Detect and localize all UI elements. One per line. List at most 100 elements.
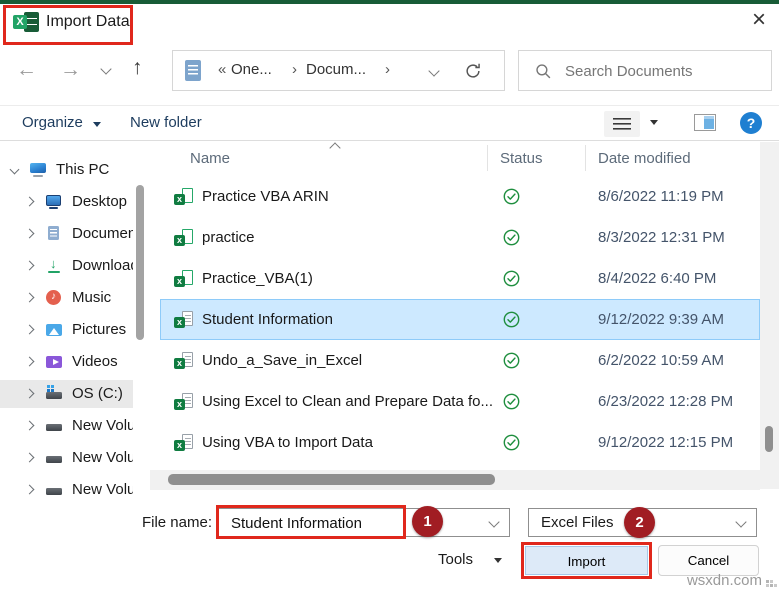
breadcrumb-item-onedrive[interactable]: One... [231,61,272,78]
list-vertical-scrollbar-thumb[interactable] [765,426,773,452]
file-list: Name Status Date modified x Practice VBA … [150,142,779,500]
file-name-combobox[interactable] [218,508,510,537]
sidebar-scrollbar-thumb[interactable] [136,185,144,340]
sidebar-item-videos[interactable]: Videos [0,348,133,376]
file-name-label: File name: [141,514,212,531]
back-icon[interactable]: ← [16,59,37,80]
list-horizontal-scrollbar-thumb[interactable] [168,474,495,485]
sidebar-item-label: Videos [72,353,118,370]
breadcrumb-separator: › [292,61,297,78]
sidebar-item-label: New Volume [72,481,133,498]
list-view-icon [613,118,631,130]
status-check-circle-icon [503,270,520,287]
tree-collapse-chevron-icon[interactable] [24,324,35,335]
sidebar-item-label: This PC [56,161,110,178]
sidebar-item-label: Desktop [72,193,128,210]
sidebar-item-label: Downloads [72,257,133,274]
address-dropdown-chevron-icon[interactable] [428,65,440,77]
file-row-using-vba-to-import-data[interactable]: x Using VBA to Import Data 9/12/2022 12:15… [160,422,760,463]
tree-collapse-chevron-icon[interactable] [24,452,35,463]
tree-collapse-chevron-icon[interactable] [24,484,35,495]
downloads-icon [44,256,64,275]
this-pc-icon [28,161,48,179]
breadcrumb-item-documents[interactable]: Docum... [306,61,366,78]
file-name-dropdown-chevron-icon[interactable] [488,516,500,528]
tree-collapse-chevron-icon[interactable] [24,292,35,303]
tree-collapse-chevron-icon[interactable] [24,196,35,207]
file-row-using-excel-to-clean-and-prepare-data-fo[interactable]: x Using Excel to Clean and Prepare Data f… [160,381,760,422]
command-toolbar: Organize New folder ? [0,105,779,141]
file-name: Practice_VBA(1) [202,270,313,287]
sidebar-item-label: Pictures [72,321,127,338]
column-header-status[interactable]: Status [500,150,543,167]
sidebar-item-this-pc[interactable]: This PC [0,156,133,184]
file-row-practice-vba-1[interactable]: x Practice_VBA(1) 8/4/2022 6:40 PM [160,258,760,299]
sidebar-item-downloads[interactable]: Downloads [0,252,133,280]
tree-expand-chevron-icon[interactable] [9,164,20,175]
address-bar[interactable]: « One... › Docum... › [172,50,505,91]
sidebar-item-os-c-[interactable]: OS (C:) [0,380,133,408]
sidebar-item-new-volume[interactable]: New Volume [0,476,133,500]
annotation-step-1-badge: 1 [412,506,443,537]
excel-file-icon: x [174,229,193,246]
music-icon [44,289,64,307]
excel-file-icon: x [174,311,193,328]
file-type-dropdown-chevron-icon[interactable] [735,516,747,528]
column-divider[interactable] [487,145,488,171]
organize-label: Organize [22,114,83,131]
status-check-circle-icon [503,434,520,451]
sidebar-item-pictures[interactable]: Pictures [0,316,133,344]
sidebar-item-label: New Volume [72,417,133,434]
view-dropdown-icon[interactable] [650,120,658,125]
search-input[interactable] [563,58,757,84]
help-button[interactable]: ? [740,112,762,134]
drive-icon [44,449,64,467]
up-icon[interactable]: ↑ [132,57,143,78]
import-button[interactable]: Import [525,546,648,575]
sidebar-item-desktop[interactable]: Desktop [0,188,133,216]
annotation-step-2-badge: 2 [624,507,655,538]
preview-pane-button[interactable] [694,114,716,131]
tools-dropdown-icon[interactable] [494,558,502,563]
view-mode-button[interactable] [604,111,640,137]
organize-button[interactable]: Organize [22,114,102,131]
file-name-input[interactable] [229,511,413,536]
column-header-date-modified[interactable]: Date modified [598,150,691,167]
file-name: Using Excel to Clean and Prepare Data fo… [202,393,493,410]
file-name: Using VBA to Import Data [202,434,373,451]
close-icon[interactable]: × [744,4,774,36]
new-folder-button[interactable]: New folder [130,114,202,131]
tree-collapse-chevron-icon[interactable] [24,260,35,271]
file-name: practice [202,229,255,246]
status-check-circle-icon [503,311,520,328]
sidebar-item-music[interactable]: Music [0,284,133,312]
file-row-practice-vba-arin[interactable]: x Practice VBA ARIN 8/6/2022 11:19 PM [160,176,760,217]
recent-locations-chevron-icon[interactable] [100,63,112,75]
tree-collapse-chevron-icon[interactable] [24,420,35,431]
tree-collapse-chevron-icon[interactable] [24,356,35,367]
excel-x-glyph: X [13,15,27,29]
sidebar-item-new-volume[interactable]: New Volume [0,412,133,440]
watermark: wsxdn.com [686,572,762,589]
tools-button[interactable]: Tools [438,551,473,568]
drive-os-icon [44,385,64,403]
videos-icon [44,353,64,371]
desktop-icon [44,193,64,211]
tree-collapse-chevron-icon[interactable] [24,388,35,399]
file-date-modified: 8/3/2022 12:31 PM [598,229,725,246]
sidebar-item-documents[interactable]: Documents [0,220,133,248]
file-row-practice[interactable]: x practice 8/3/2022 12:31 PM [160,217,760,258]
file-row-student-information[interactable]: x Student Information 9/12/2022 9:39 AM [160,299,760,340]
status-check-circle-icon [503,229,520,246]
tree-collapse-chevron-icon[interactable] [24,228,35,239]
sort-ascending-icon [329,142,341,154]
file-type-value: Excel Files [541,514,614,531]
search-box[interactable] [518,50,772,91]
column-header-name[interactable]: Name [190,150,230,167]
file-row-undo-a-save-in-excel[interactable]: x Undo_a_Save_in_Excel 6/2/2022 10:59 AM [160,340,760,381]
forward-icon[interactable]: → [60,59,81,80]
column-divider-2[interactable] [585,145,586,171]
pictures-icon [44,321,64,339]
sidebar-item-new-volume[interactable]: New Volume [0,444,133,472]
refresh-icon[interactable] [464,62,482,80]
